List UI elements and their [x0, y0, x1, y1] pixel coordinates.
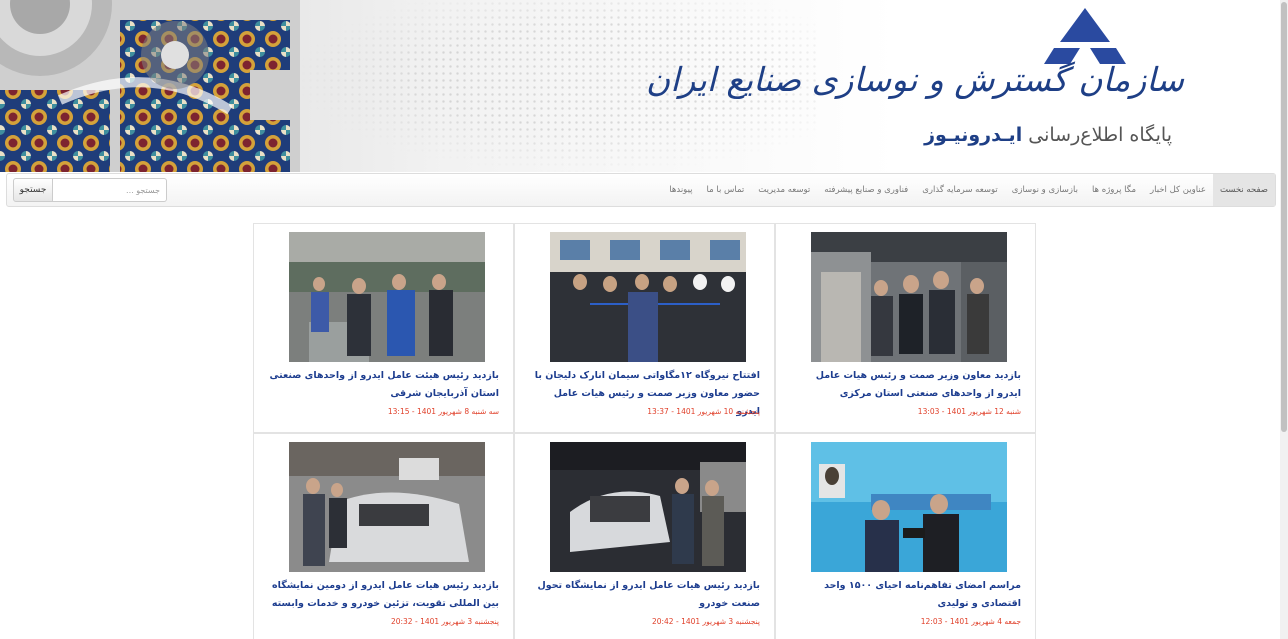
idro-logo-icon	[1044, 8, 1126, 64]
news-date: پنجشنبه 3 شهریور 1401 - 20:42	[651, 617, 760, 626]
news-photo[interactable]	[550, 442, 746, 572]
header-banner: سازمان گسترش و نوسازی صنایع ایران پایگاه…	[0, 0, 1280, 172]
nav-item-advanced-tech[interactable]: فناوری و صنایع پیشرفته	[817, 174, 915, 206]
news-date: شنبه 12 شهریور 1401 - 13:03	[917, 407, 1021, 416]
news-headline[interactable]: بازدید رئیس هیئت عامل ایدرو از واحدهای ص…	[268, 367, 499, 403]
news-photo[interactable]	[811, 442, 1007, 572]
news-card[interactable]: بازدید رئیس هیات عامل ایدرو از نمایشگاه …	[514, 433, 775, 639]
nav-item-management[interactable]: توسعه مدیریت	[751, 174, 817, 206]
nav-menu: صفحه نخست عناوین کل اخبار مگا پروژه ها ب…	[662, 174, 1275, 206]
search-form: جستجو	[13, 178, 167, 202]
page-scrollbar[interactable]	[1280, 0, 1288, 639]
news-card[interactable]: بازدید معاون وزیر صمت و رئیس هیات عامل ا…	[775, 223, 1036, 433]
news-photo[interactable]	[289, 442, 485, 572]
gear-tile-artwork	[0, 0, 300, 172]
news-headline[interactable]: بازدید معاون وزیر صمت و رئیس هیات عامل ا…	[790, 367, 1021, 403]
news-card[interactable]: بازدید رئیس هیات عامل ایدرو از دومین نما…	[253, 433, 514, 639]
nav-item-links[interactable]: پیوندها	[662, 174, 699, 206]
search-input[interactable]	[53, 178, 167, 202]
portal-title: پایگاه اطلاع‌رسانی ایـدرونیـوز	[924, 124, 1172, 146]
news-headline[interactable]: بازدید رئیس هیات عامل ایدرو از دومین نما…	[268, 577, 499, 613]
nav-item-contact[interactable]: تماس با ما	[700, 174, 752, 206]
news-date: پنجشنبه 3 شهریور 1401 - 20:32	[390, 617, 499, 626]
news-card[interactable]: افتتاح نیروگاه ۱۲مگاواتی سیمان انارک دلی…	[514, 223, 775, 433]
news-card[interactable]: بازدید رئیس هیئت عامل ایدرو از واحدهای ص…	[253, 223, 514, 433]
news-photo[interactable]	[550, 232, 746, 362]
news-card[interactable]: مراسم امضای تفاهم‌نامه احیای ۱۵۰۰ واحد ا…	[775, 433, 1036, 639]
search-button[interactable]: جستجو	[13, 178, 53, 202]
nav-item-home[interactable]: صفحه نخست	[1212, 174, 1275, 206]
nav-item-all-news[interactable]: عناوین کل اخبار	[1143, 174, 1213, 206]
nav-item-renovation[interactable]: بازسازی و نوسازی	[1005, 174, 1085, 206]
news-date: پنجشنبه 10 شهریور 1401 - 13:37	[647, 407, 760, 416]
organization-title: سازمان گسترش و نوسازی صنایع ایران	[645, 60, 1184, 99]
main-navbar: صفحه نخست عناوین کل اخبار مگا پروژه ها ب…	[6, 173, 1276, 207]
news-headline[interactable]: مراسم امضای تفاهم‌نامه احیای ۱۵۰۰ واحد ا…	[790, 577, 1021, 613]
news-photo[interactable]	[811, 232, 1007, 362]
nav-item-mega-projects[interactable]: مگا پروژه ها	[1085, 174, 1143, 206]
news-headline[interactable]: بازدید رئیس هیات عامل ایدرو از نمایشگاه …	[529, 577, 761, 613]
scrollbar-thumb[interactable]	[1281, 2, 1287, 432]
news-date: سه شنبه 8 شهریور 1401 - 13:15	[387, 407, 499, 416]
news-photo[interactable]	[289, 232, 485, 362]
news-grid: بازدید معاون وزیر صمت و رئیس هیات عامل ا…	[252, 223, 1036, 639]
news-date: جمعه 4 شهریور 1401 - 12:03	[920, 617, 1021, 626]
nav-item-investment[interactable]: توسعه سرمایه گذاری	[915, 174, 1004, 206]
portal-title-prefix: پایگاه اطلاع‌رسانی	[1028, 124, 1172, 146]
portal-title-name: ایـدرونیـوز	[924, 124, 1023, 146]
